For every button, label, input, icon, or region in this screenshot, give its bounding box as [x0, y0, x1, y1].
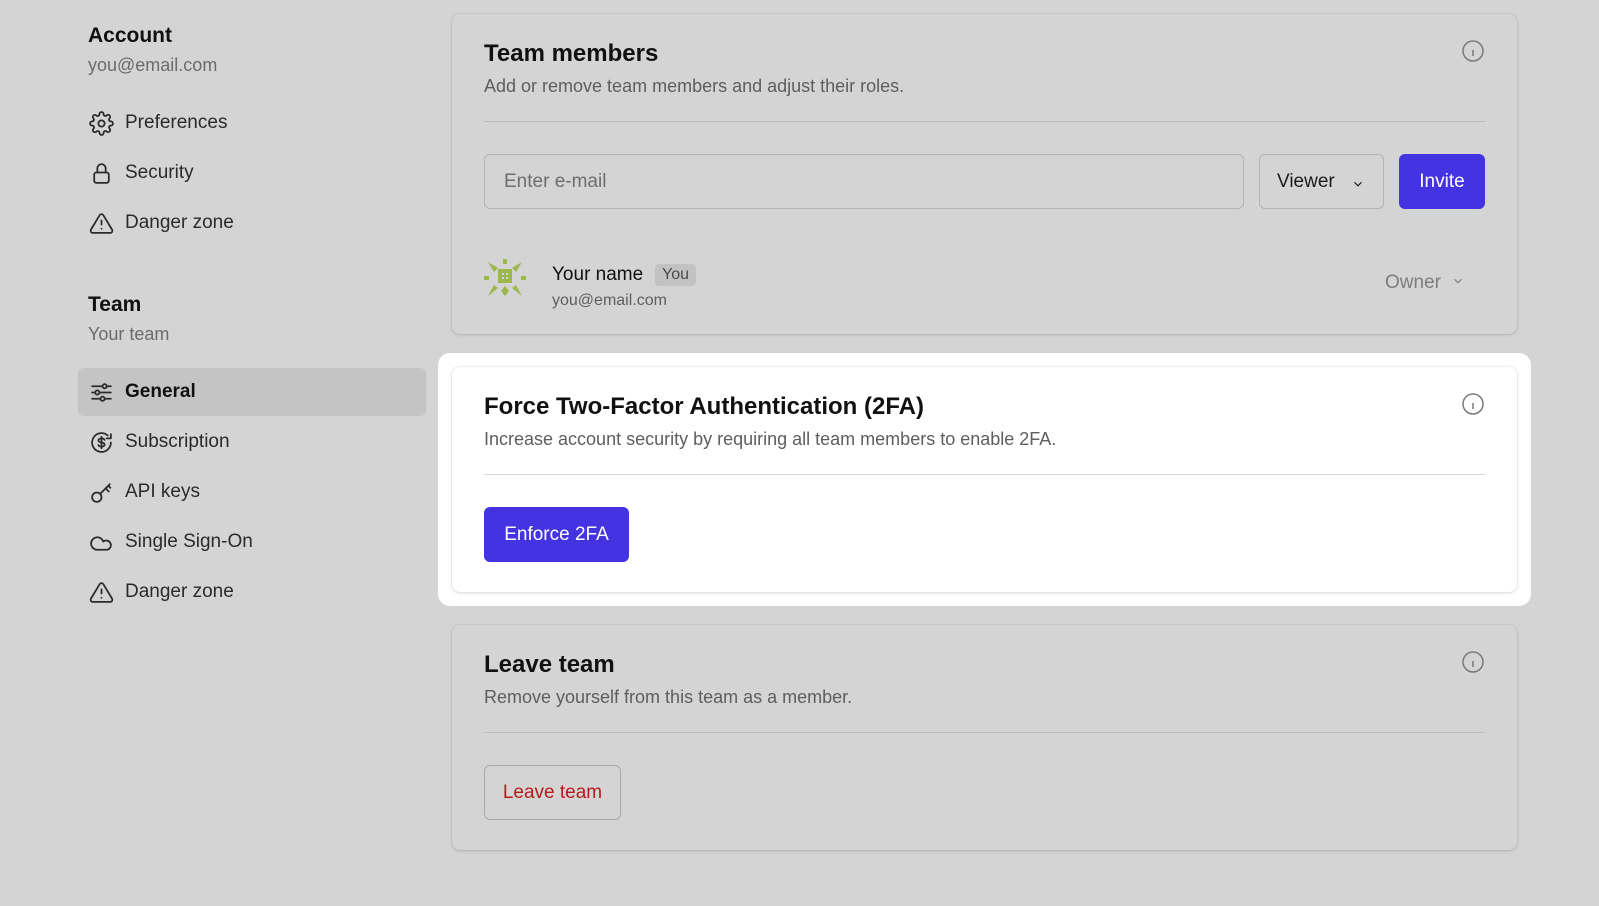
- divider: [484, 732, 1485, 733]
- sidebar-item-security[interactable]: Security: [78, 149, 426, 197]
- sliders-icon: [88, 379, 114, 405]
- card-title: Force Two-Factor Authentication (2FA): [484, 393, 925, 420]
- cloud-icon: [88, 529, 114, 555]
- info-icon[interactable]: [1461, 39, 1485, 63]
- dollar-icon: [88, 429, 114, 455]
- sidebar-item-danger-zone-account[interactable]: Danger zone: [78, 199, 426, 247]
- info-icon[interactable]: [1461, 392, 1485, 416]
- member-row: Your name You you@email.com Owner: [484, 254, 1485, 314]
- you-badge: You: [655, 264, 696, 286]
- invite-email-input[interactable]: [484, 154, 1244, 209]
- team-members-card: Team members Add or remove team members …: [452, 14, 1517, 334]
- leave-team-button[interactable]: Leave team: [484, 765, 621, 820]
- team-section-title: Team: [88, 293, 142, 316]
- account-section-title: Account: [88, 24, 172, 47]
- leave-team-card: Leave team Remove yourself from this tea…: [452, 625, 1517, 850]
- enforce-2fa-button[interactable]: Enforce 2FA: [484, 507, 629, 562]
- sidebar-item-label: Preferences: [125, 112, 228, 133]
- member-role-value: Owner: [1385, 272, 1441, 293]
- info-icon[interactable]: [1461, 650, 1485, 674]
- force-2fa-card: Force Two-Factor Authentication (2FA) In…: [452, 367, 1517, 592]
- chevron-down-icon: [1451, 272, 1465, 294]
- lock-icon: [88, 160, 114, 186]
- sidebar-item-label: Single Sign-On: [125, 531, 253, 552]
- warning-icon: [88, 579, 114, 605]
- avatar: [484, 258, 526, 300]
- member-email: you@email.com: [552, 292, 667, 309]
- invite-button[interactable]: Invite: [1399, 154, 1485, 209]
- card-description: Remove yourself from this team as a memb…: [484, 687, 853, 707]
- account-email: you@email.com: [88, 55, 218, 75]
- sidebar-item-single-sign-on[interactable]: Single Sign-On: [78, 518, 426, 566]
- key-icon: [88, 479, 114, 505]
- divider: [484, 474, 1485, 475]
- role-select-value: Viewer: [1277, 170, 1335, 192]
- card-title: Leave team: [484, 651, 615, 678]
- warning-icon: [88, 210, 114, 236]
- sidebar-item-label: Danger zone: [125, 212, 234, 233]
- sidebar-item-label: API keys: [125, 481, 200, 502]
- sidebar-item-label: General: [125, 381, 196, 402]
- settings-page: Account you@email.com Preferences Securi…: [0, 0, 1599, 906]
- chevron-down-icon: [1351, 175, 1365, 189]
- team-name: Your team: [88, 324, 170, 344]
- card-description: Add or remove team members and adjust th…: [484, 76, 905, 96]
- card-description: Increase account security by requiring a…: [484, 429, 1057, 449]
- sidebar-item-label: Security: [125, 162, 194, 183]
- sidebar-item-api-keys[interactable]: API keys: [78, 468, 426, 516]
- sidebar-item-general[interactable]: General: [78, 368, 426, 416]
- divider: [484, 121, 1485, 122]
- invite-role-select[interactable]: Viewer: [1259, 154, 1384, 209]
- card-title: Team members: [484, 40, 659, 67]
- sidebar-item-label: Danger zone: [125, 581, 234, 602]
- member-name: Your name: [552, 264, 644, 285]
- sidebar-item-label: Subscription: [125, 431, 230, 452]
- sidebar-item-preferences[interactable]: Preferences: [78, 99, 426, 147]
- gear-icon: [88, 110, 114, 136]
- sidebar-item-subscription[interactable]: Subscription: [78, 418, 426, 466]
- sidebar-item-danger-zone-team[interactable]: Danger zone: [78, 568, 426, 616]
- member-role-select[interactable]: Owner: [1385, 272, 1465, 294]
